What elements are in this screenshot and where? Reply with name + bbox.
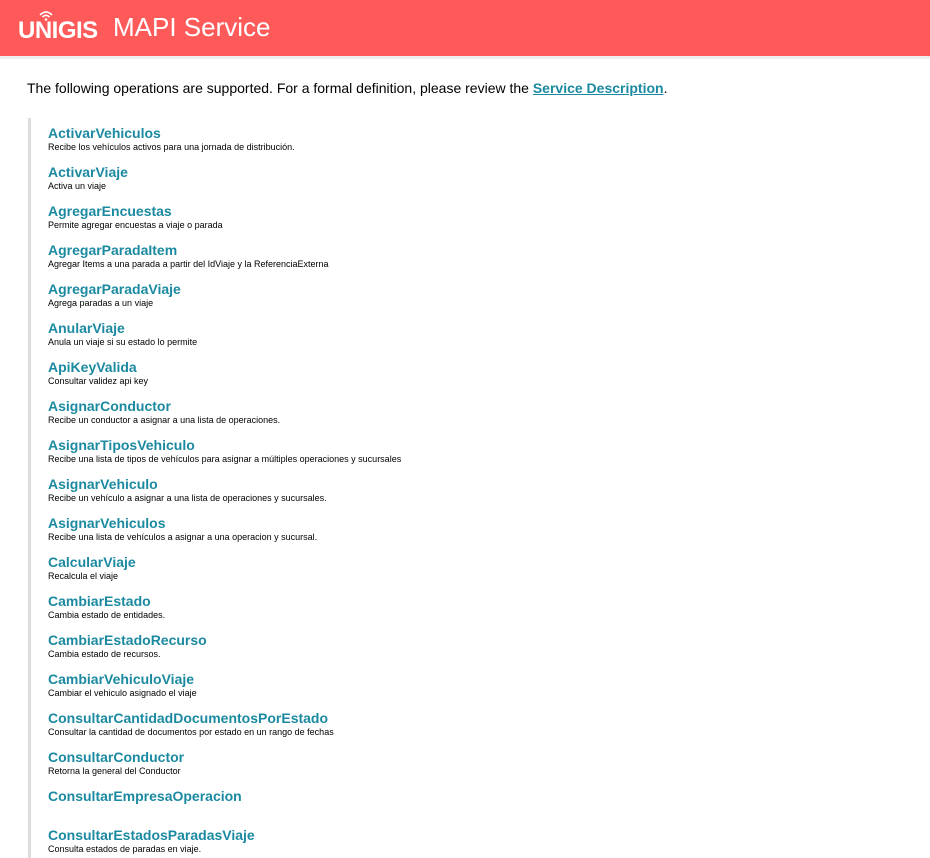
operation-item: AgregarEncuestas Permite agregar encuesta… [48,204,223,231]
operation-description: Recibe los vehículos activos para una jo… [48,142,295,152]
operation-link[interactable]: ActivarVehiculos [48,126,295,141]
header-divider [0,56,930,59]
operation-link[interactable]: AsignarVehiculo [48,477,327,492]
operation-item: AsignarVehiculo Recibe un vehículo a asig… [48,477,327,504]
page-header: UNIGIS MAPI Service [0,0,930,56]
unigis-logo: UNIGIS [18,8,98,48]
operation-description: Recibe una lista de tipos de vehículos p… [48,454,402,464]
operation-description: Consultar validez api key [48,376,149,386]
operation-link[interactable]: CambiarEstado [48,594,165,609]
operation-link[interactable]: AgregarParadaItem [48,243,329,258]
page-title: MAPI Service [113,12,271,42]
operation-item: ConsultarEmpresaOperacion [48,789,242,805]
operation-link[interactable]: AgregarParadaViaje [48,282,181,297]
operation-link[interactable]: ApiKeyValida [48,360,148,375]
operation-item: AnularViaje Anula un viaje si su estado l… [48,321,197,348]
operation-description: Recibe un vehículo a asignar a una lista… [48,493,327,503]
operation-item: CalcularViaje Recalcula el viaje [48,555,136,582]
operation-item: CambiarVehiculoViaje Cambiar el vehiculo … [48,672,197,699]
operation-link[interactable]: ActivarViaje [48,165,128,180]
operation-description: Recibe un conductor a asignar a una list… [48,415,281,425]
operation-item: AgregarParadaViaje Agrega paradas a un vi… [48,282,181,309]
operation-link[interactable]: ConsultarEstadosParadasViaje [48,828,255,843]
operation-link[interactable]: ConsultarCantidadDocumentosPorEstado [48,711,334,726]
operation-item: CambiarEstadoRecurso Cambia estado de rec… [48,633,207,660]
operation-item: AsignarConductor Recibe un conductor a as… [48,399,280,426]
operation-description: Agregar Items a una parada a partir del … [48,259,329,269]
operation-link[interactable]: AsignarTiposVehiculo [48,438,401,453]
operation-link[interactable]: ConsultarConductor [48,750,184,765]
operation-link[interactable]: CalcularViaje [48,555,136,570]
operations-list: ActivarVehiculos Recibe los vehículos act… [28,118,911,858]
operation-description: Permite agregar encuestas a viaje o para… [48,220,223,230]
operation-item: ApiKeyValida Consultar validez api key [48,360,148,387]
operation-description: Recibe una lista de vehículos a asignar … [48,532,318,542]
operation-item: AsignarTiposVehiculo Recibe una lista de … [48,438,401,465]
operation-link[interactable]: AgregarEncuestas [48,204,223,219]
intro-trailing: . [663,80,668,96]
operation-item: CambiarEstado Cambia estado de entidades. [48,594,165,621]
operation-link[interactable]: CambiarVehiculoViaje [48,672,197,687]
operation-description: Retorna la general del Conductor [48,766,181,776]
operation-link[interactable]: ConsultarEmpresaOperacion [48,789,242,804]
operation-item: ActivarVehiculos Recibe los vehículos act… [48,126,295,153]
intro-text: The following operations are supported. … [27,80,533,96]
operation-item: AgregarParadaItem Agregar Items a una par… [48,243,329,270]
operation-description: Agrega paradas a un viaje [48,298,154,308]
operation-link[interactable]: AsignarVehiculos [48,516,317,531]
operation-description: Cambiar el vehiculo asignado el viaje [48,688,197,698]
operation-description: Recalcula el viaje [48,571,119,581]
operation-item: ConsultarCantidadDocumentosPorEstado Cons… [48,711,334,738]
operation-description: Activa un viaje [48,181,107,191]
operation-item: ConsultarEstadosParadasViaje Consulta est… [48,828,255,855]
service-description-link[interactable]: Service Description [533,80,664,96]
logo-text: UNIGIS [18,17,98,44]
operation-item: ActivarViaje Activa un viaje [48,165,128,192]
operation-description: Cambia estado de entidades. [48,610,166,620]
operation-description: Anula un viaje si su estado lo permite [48,337,198,347]
operation-link[interactable]: AnularViaje [48,321,197,336]
operation-link[interactable]: CambiarEstadoRecurso [48,633,207,648]
intro-paragraph: The following operations are supported. … [27,80,667,96]
operation-item: ConsultarConductor Retorna la general del… [48,750,184,777]
operation-link[interactable]: AsignarConductor [48,399,280,414]
operation-item: AsignarVehiculos Recibe una lista de vehí… [48,516,317,543]
operation-description: Cambia estado de recursos. [48,649,161,659]
operation-description: Consultar la cantidad de documentos por … [48,727,334,737]
